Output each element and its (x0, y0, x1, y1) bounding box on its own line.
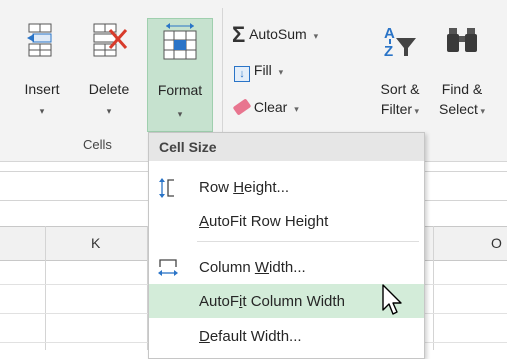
clear-dropdown-icon: ▾ (294, 104, 299, 114)
binoculars-icon (447, 28, 477, 52)
fill-down-icon: ↓ (234, 66, 250, 82)
format-label: Format (157, 82, 203, 98)
insert-dropdown-icon: ▾ (39, 106, 45, 116)
sort-filter-icon: A Z (384, 25, 416, 60)
mouse-pointer-icon (382, 284, 402, 315)
autosum-button[interactable]: Σ AutoSum ▾ (232, 22, 318, 48)
menu-separator (197, 241, 419, 242)
menu-item-label: Default Width... (199, 328, 302, 345)
menu-item-autofit-row-height[interactable]: AutoFit Row Height (149, 204, 424, 238)
column-width-icon (158, 259, 178, 276)
sort-label-line2: Filter ▾ (380, 101, 420, 117)
ribbon-group-divider (222, 8, 223, 148)
menu-item-row-height[interactable]: Row Height... (149, 170, 424, 204)
find-select-button[interactable]: Find & Select ▾ (432, 18, 492, 130)
clear-button[interactable]: Clear ▾ (232, 98, 299, 116)
column-header-k[interactable]: K (91, 235, 100, 251)
delete-dropdown-icon: ▾ (106, 106, 112, 116)
format-cells-icon (163, 23, 197, 60)
fill-dropdown-icon: ▾ (278, 67, 284, 77)
cells-group-label: Cells (83, 137, 112, 152)
svg-text:Z: Z (384, 43, 393, 60)
delete-button[interactable]: Delete ▾ (84, 18, 134, 126)
menu-section-header: Cell Size (149, 133, 424, 161)
sigma-icon: Σ (232, 22, 246, 47)
find-label-line2: Select ▾ (439, 101, 485, 117)
menu-item-label: Column Width... (199, 259, 306, 276)
find-label-line1: Find & (441, 81, 483, 97)
menu-item-column-width[interactable]: Column Width... (149, 250, 424, 284)
autosum-label: AutoSum (249, 26, 307, 42)
column-header-o[interactable]: O (491, 235, 502, 251)
delete-cells-icon (93, 23, 128, 57)
menu-item-label: AutoFit Row Height (199, 213, 329, 230)
row-height-icon (159, 178, 174, 198)
clear-label: Clear (253, 99, 288, 115)
menu-item-label: Row Height... (199, 179, 290, 196)
format-button[interactable]: Format ▾ (147, 18, 213, 132)
format-dropdown-icon: ▾ (177, 109, 183, 119)
sort-label-line1: Sort & (380, 81, 420, 97)
fill-button[interactable]: ↓ Fill ▾ (234, 62, 283, 82)
autosum-dropdown-icon: ▾ (313, 31, 319, 41)
grid-line (45, 226, 46, 350)
grid-line (433, 226, 434, 350)
fill-label: Fill (253, 62, 272, 78)
menu-item-default-width[interactable]: Default Width... (149, 319, 424, 353)
eraser-icon (232, 98, 252, 116)
insert-cells-icon (27, 23, 52, 57)
insert-label: Insert (24, 81, 60, 97)
sort-filter-button[interactable]: A Z Sort & Filter ▾ (372, 18, 428, 130)
insert-button[interactable]: Insert ▾ (20, 18, 64, 126)
delete-label: Delete (88, 81, 130, 97)
menu-item-label: AutoFit Column Width (199, 293, 345, 310)
format-dropdown-menu: Cell Size Row Height... AutoFit Row Heig… (148, 132, 425, 359)
